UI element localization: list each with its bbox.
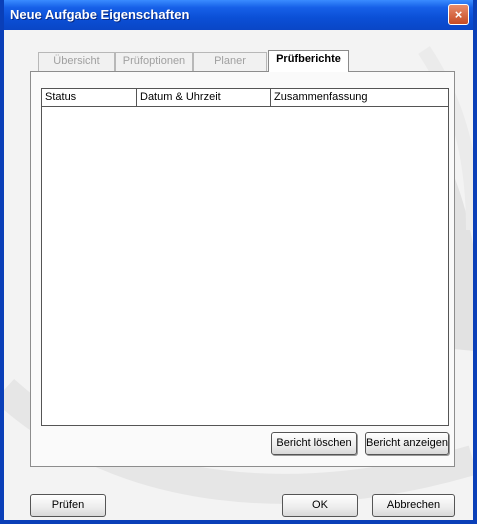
tab-scheduler-label: Planer [214,55,246,67]
tab-check-options-label: Prüfoptionen [122,55,186,67]
tab-check-reports[interactable]: Prüfberichte [268,50,349,72]
column-header-summary[interactable]: Zusammenfassung [271,89,448,107]
show-report-label: Bericht anzeigen [366,437,448,449]
column-status-label: Status [45,91,77,103]
properties-dialog: Neue Aufgabe Eigenschaften × Übersicht P… [0,0,477,524]
tab-overview[interactable]: Übersicht [38,52,115,71]
check-button[interactable]: Prüfen [30,494,106,517]
column-date-time-label: Datum & Uhrzeit [140,91,221,103]
check-button-label: Prüfen [51,499,85,511]
tab-overview-label: Übersicht [53,55,100,67]
delete-report-button[interactable]: Bericht löschen [271,432,357,455]
cancel-button[interactable]: Abbrechen [372,494,455,517]
column-header-date-time[interactable]: Datum & Uhrzeit [137,89,271,107]
report-list-header: Status Datum & Uhrzeit Zusammenfassung [42,89,448,107]
title-bar[interactable]: Neue Aufgabe Eigenschaften × [4,0,473,30]
tab-check-options[interactable]: Prüfoptionen [115,52,193,71]
tab-panel-check-reports: Status Datum & Uhrzeit Zusammenfassung B… [30,71,455,467]
window-title: Neue Aufgabe Eigenschaften [10,7,190,22]
ok-button[interactable]: OK [282,494,358,517]
tab-scheduler[interactable]: Planer [193,52,267,71]
report-list[interactable]: Status Datum & Uhrzeit Zusammenfassung [41,88,449,426]
close-icon: × [454,7,463,22]
show-report-button[interactable]: Bericht anzeigen [365,432,449,455]
ok-button-label: OK [312,499,328,511]
delete-report-label: Bericht löschen [276,437,352,449]
close-button[interactable]: × [448,4,469,25]
column-header-status[interactable]: Status [42,89,137,107]
column-summary-label: Zusammenfassung [274,91,368,103]
cancel-button-label: Abbrechen [386,499,441,511]
tab-check-reports-label: Prüfberichte [276,53,341,65]
